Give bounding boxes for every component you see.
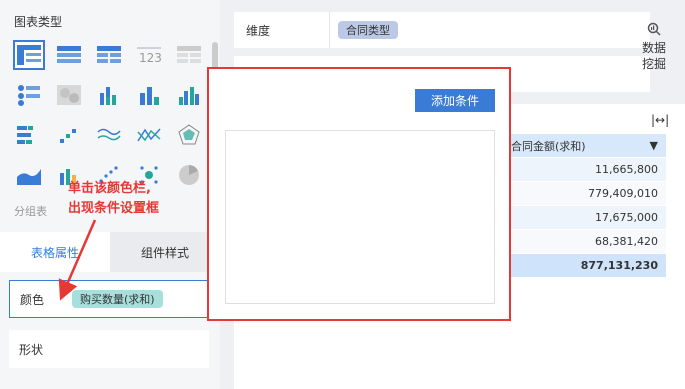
annotation-arrow <box>58 219 97 301</box>
